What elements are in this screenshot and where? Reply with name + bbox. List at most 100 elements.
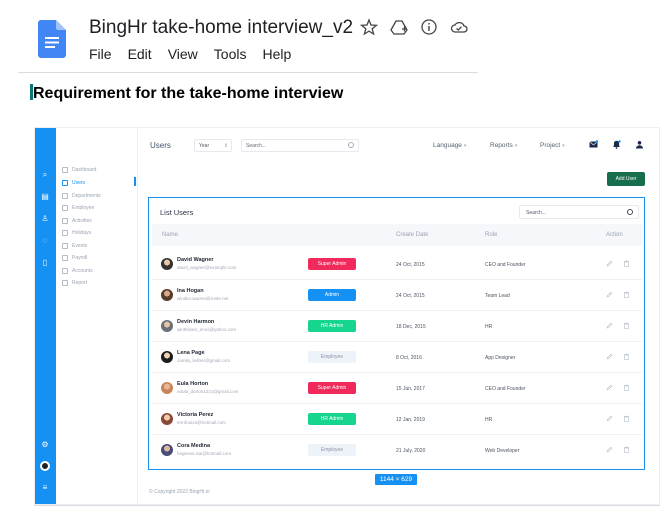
create-date: 15 Jun, 2017 bbox=[396, 386, 425, 392]
reports-menu: Reports ▾ bbox=[490, 142, 518, 149]
add-user-button: Add User bbox=[607, 172, 645, 186]
project-menu: Project ▾ bbox=[540, 142, 565, 149]
sidebar-item-label: Events bbox=[72, 242, 88, 249]
role-badge: Employee bbox=[308, 351, 356, 363]
role-badge: HR Admin bbox=[308, 413, 356, 425]
events-icon bbox=[62, 242, 68, 249]
settings-icon: ⚙ bbox=[41, 440, 49, 449]
search-icon: ⌕ bbox=[42, 170, 48, 179]
role-badge: Admin bbox=[308, 289, 356, 301]
menu-help[interactable]: Help bbox=[262, 46, 291, 62]
edit-icon bbox=[606, 322, 613, 329]
sidebar-item-users: Users bbox=[62, 177, 85, 188]
sidebar-item-events: Events bbox=[62, 240, 87, 251]
avatar bbox=[161, 382, 173, 394]
trash-icon bbox=[624, 353, 629, 360]
users-icon bbox=[62, 179, 68, 186]
sidebar-item-departments: Departments bbox=[62, 190, 101, 201]
list-users-card: List Users Search... Name Create Date Ro… bbox=[148, 197, 645, 470]
user-name: Devin Harmon bbox=[177, 319, 215, 325]
create-date: 8 Oct, 2016 bbox=[396, 355, 422, 361]
role-badge: Super Admin bbox=[308, 382, 356, 394]
table-row: David Wagner david_wagner@example.com Su… bbox=[152, 249, 642, 280]
sidebar-item-holidays: Holidays bbox=[62, 227, 91, 238]
holidays-icon bbox=[62, 229, 68, 236]
user-email: david_wagner@example.com bbox=[177, 265, 237, 270]
page-title: Users bbox=[150, 141, 171, 150]
search-icon bbox=[627, 209, 633, 215]
menu-tools[interactable]: Tools bbox=[214, 46, 247, 62]
accounts-icon bbox=[62, 267, 68, 274]
move-to-drive-icon[interactable] bbox=[390, 18, 408, 36]
user-name: Eula Horton bbox=[177, 381, 209, 387]
sidebar-item-label: Activities bbox=[72, 217, 92, 224]
role-badge: Super Admin bbox=[308, 258, 356, 270]
image-dimension-label: 1144 × 629 bbox=[375, 474, 417, 485]
chevron-down-icon: ▾ bbox=[463, 143, 467, 149]
page-divider bbox=[34, 505, 660, 506]
column-role: Role bbox=[485, 232, 498, 238]
user-email: camila_ledner@gmail.com bbox=[177, 358, 231, 363]
edit-icon bbox=[606, 415, 613, 422]
table-row: Devin Harmon wintheiser_enos@yahoo.com H… bbox=[152, 311, 642, 342]
create-date: 21 July, 2020 bbox=[396, 448, 426, 454]
role-badge: HR Admin bbox=[308, 320, 356, 332]
departments-icon bbox=[62, 192, 68, 199]
sidebar-item-label: Users bbox=[72, 179, 86, 186]
sidebar-item-label: Payroll bbox=[72, 254, 88, 261]
sidebar-item-dashboard: Dashboard bbox=[62, 164, 96, 175]
sidebar-item-employee: Employee bbox=[62, 202, 94, 213]
embedded-app-screenshot[interactable]: ⌕ ▤ ♙ ◌ ▯ ⚙ ≡ Dashboard Users Department… bbox=[34, 127, 660, 505]
table-row: Ina Hogan windler.warren@runte.net Admin… bbox=[152, 280, 642, 311]
avatar bbox=[161, 289, 173, 301]
chat-icon: ◌ bbox=[42, 236, 48, 245]
avatar bbox=[161, 444, 173, 456]
chevron-down-icon: ▾ bbox=[562, 143, 565, 149]
trash-icon bbox=[624, 291, 629, 298]
list-search-input: Search... bbox=[519, 205, 639, 219]
trash-icon bbox=[624, 446, 629, 453]
cloud-saved-icon[interactable] bbox=[450, 18, 468, 36]
avatar bbox=[161, 320, 173, 332]
sidebar-item-label: Report bbox=[72, 279, 88, 286]
avatar bbox=[161, 258, 173, 270]
language-menu: Language ▾ bbox=[433, 142, 467, 149]
chevron-down-icon: ▾ bbox=[514, 143, 518, 149]
payroll-icon bbox=[62, 254, 68, 261]
column-action: Action bbox=[606, 232, 623, 238]
user-name: Victoria Perez bbox=[177, 412, 214, 418]
user-email: terrill.wiza@hotmail.com bbox=[177, 420, 226, 425]
edit-icon bbox=[606, 260, 613, 267]
google-docs-logo-icon[interactable] bbox=[38, 20, 66, 58]
chevron-updown-icon: ⇕ bbox=[223, 143, 228, 149]
user-role: HR bbox=[485, 417, 493, 423]
info-icon[interactable] bbox=[420, 18, 438, 36]
user-role: CEO and Founder bbox=[485, 262, 526, 268]
edit-icon bbox=[606, 291, 613, 298]
user-role: HR bbox=[485, 324, 493, 330]
user-icon: ♙ bbox=[41, 214, 49, 223]
document-icon: ▯ bbox=[42, 258, 48, 267]
user-role: CEO and Founder bbox=[485, 386, 526, 392]
user-email: edula_dorton1221@gmail.com bbox=[177, 389, 239, 394]
menu-file[interactable]: File bbox=[89, 46, 112, 62]
edit-icon bbox=[606, 446, 613, 453]
trash-icon bbox=[624, 260, 629, 267]
document-heading[interactable]: Requirement for the take-home interview bbox=[33, 85, 343, 103]
column-name: Name bbox=[162, 232, 179, 238]
sidebar-item-label: Holidays bbox=[72, 229, 92, 236]
document-title[interactable]: BingHr take-home interview_v2 bbox=[89, 17, 353, 39]
menu-view[interactable]: View bbox=[168, 46, 198, 62]
user-email: hagenes.isai@hotmail.com bbox=[177, 451, 232, 456]
search-icon bbox=[348, 142, 354, 148]
icon-rail: ⌕ ▤ ♙ ◌ ▯ ⚙ ≡ bbox=[35, 128, 56, 504]
search-input: Search... bbox=[241, 139, 359, 152]
star-icon[interactable] bbox=[359, 18, 379, 36]
report-icon bbox=[62, 279, 68, 286]
bell-icon bbox=[613, 140, 621, 149]
avatar bbox=[161, 413, 173, 425]
app-topbar: Users Year ⇕ Search... Language ▾ Reports ▾… bbox=[139, 128, 659, 164]
menu-edit[interactable]: Edit bbox=[128, 46, 152, 62]
sidebar-item-label: Departments bbox=[72, 192, 101, 199]
user-name: Ina Hogan bbox=[177, 288, 204, 294]
